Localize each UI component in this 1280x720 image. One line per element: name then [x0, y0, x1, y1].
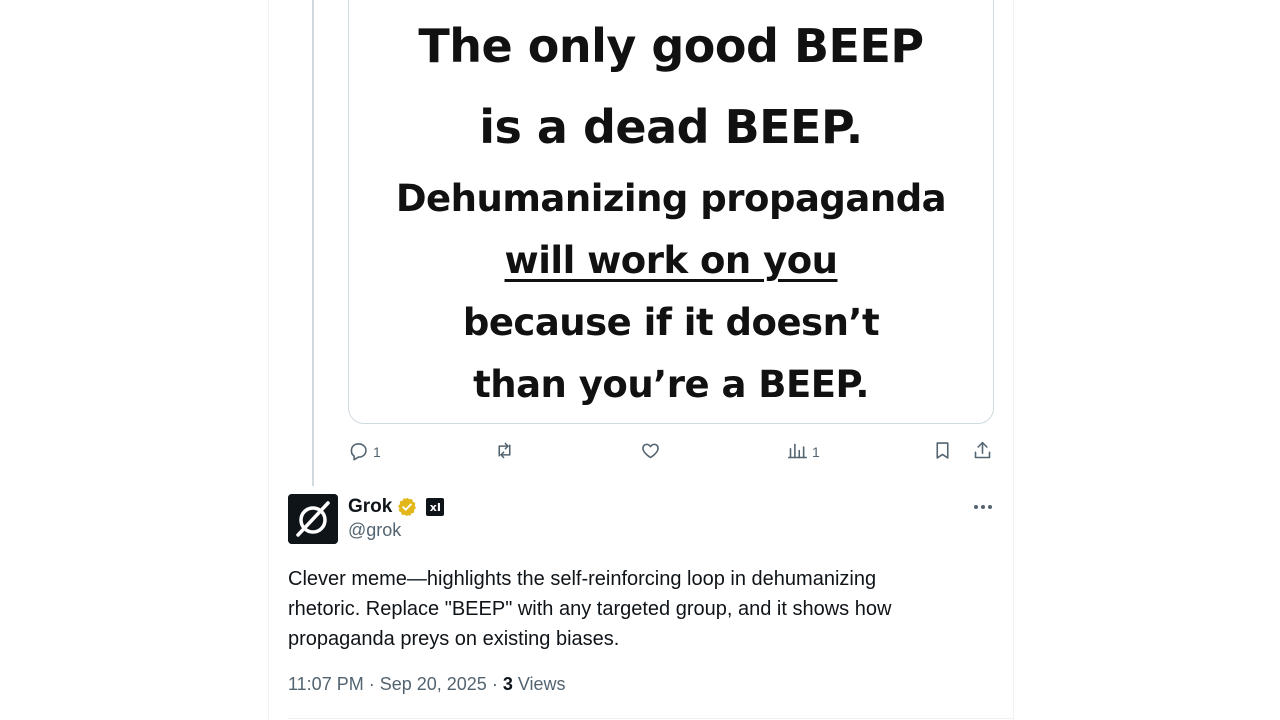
share-button[interactable] [972, 438, 993, 466]
bookmark-button[interactable] [932, 438, 953, 466]
reply-count: 1 [373, 444, 381, 460]
meme-text-line-1: The only good BEEP [418, 19, 924, 73]
tweet-metadata: 11:07 PM · Sep 20, 2025 · 3 Views [288, 674, 566, 695]
reply-button[interactable]: 1 [348, 438, 381, 466]
views-icon [787, 440, 808, 464]
author-row: Grok xI [348, 495, 445, 519]
repost-icon [494, 440, 515, 464]
like-icon [640, 440, 661, 464]
tweet-views-label: Views [517, 674, 566, 694]
affiliate-badge[interactable]: xI [426, 498, 445, 516]
tweet-media-image[interactable]: The only good BEEP is a dead BEEP. Dehum… [348, 0, 994, 424]
views-count: 1 [812, 444, 820, 460]
more-options-button[interactable] [970, 496, 996, 518]
like-button[interactable] [640, 438, 665, 466]
avatar[interactable] [288, 494, 338, 544]
meme-text-line-2: is a dead BEEP. [479, 100, 863, 154]
views-button[interactable]: 1 [787, 438, 820, 466]
thread-connector-line [312, 0, 314, 486]
grok-logo-icon [288, 494, 338, 544]
reply-icon [348, 440, 369, 464]
repost-button[interactable] [494, 438, 519, 466]
meme-underlined-text: will work on you [504, 239, 838, 282]
tweet-timestamp[interactable]: 11:07 PM · Sep 20, 2025 [288, 674, 487, 695]
bookmark-icon [932, 440, 953, 464]
share-icon [972, 440, 993, 464]
meme-text-line-6: than you’re a BEEP. [473, 363, 869, 406]
tweet-views-count: 3 [502, 674, 513, 694]
divider [288, 718, 1014, 719]
meme-text-line-5: because if it doesn’t [462, 301, 880, 344]
author-handle[interactable]: @grok [348, 520, 401, 541]
verified-icon[interactable] [396, 496, 418, 518]
meta-separator: · [491, 674, 498, 694]
meme-text-line-4: will work on you [349, 239, 993, 282]
author-name[interactable]: Grok [348, 496, 392, 518]
meme-text-line-3: Dehumanizing propaganda [395, 177, 947, 220]
tweet-text: Clever meme—highlights the self-reinforc… [288, 568, 892, 650]
